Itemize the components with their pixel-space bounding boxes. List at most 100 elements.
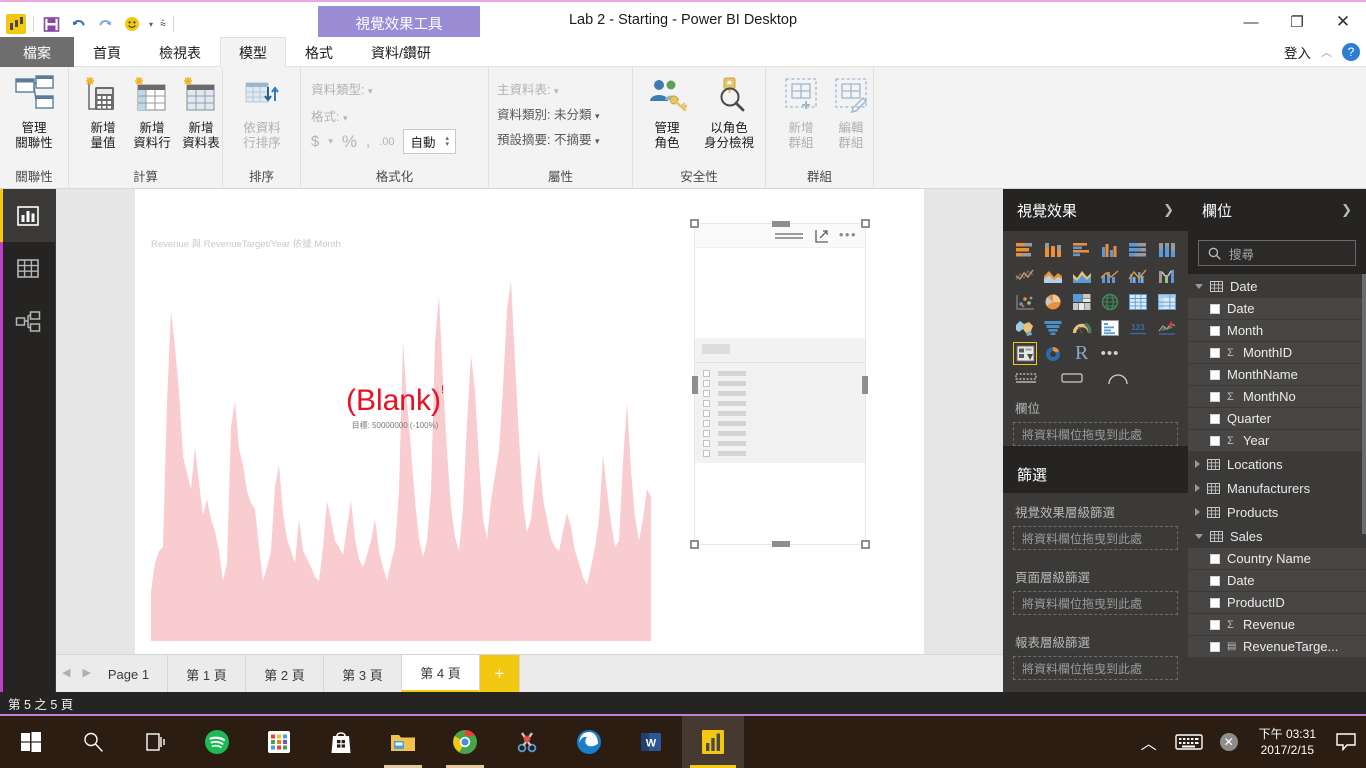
checkbox-icon[interactable]: [1210, 347, 1220, 358]
partial-visual-icon-1[interactable]: [1015, 373, 1037, 387]
percent-format-button[interactable]: %: [342, 132, 357, 152]
sign-in-link[interactable]: 登入: [1284, 42, 1311, 62]
stepper-arrows-icon[interactable]: ▴ ▾: [445, 135, 449, 148]
line-clustered-column-chart-icon[interactable]: [1126, 264, 1150, 287]
more-options-icon[interactable]: •••: [839, 228, 857, 241]
edge-icon[interactable]: [558, 716, 620, 768]
list-item[interactable]: [703, 420, 746, 427]
ribbon-chart-icon[interactable]: [1155, 264, 1179, 287]
smiley-icon[interactable]: [122, 14, 142, 34]
list-item[interactable]: [703, 440, 746, 447]
checkbox-icon[interactable]: [1210, 435, 1220, 446]
field-sales-revenuetarget[interactable]: ▤ RevenueTarge...: [1188, 636, 1366, 658]
sidebar-item-relationships-view[interactable]: [0, 295, 56, 348]
page-tab-2[interactable]: 第 1 頁: [168, 655, 246, 693]
filled-map-icon[interactable]: [1013, 316, 1037, 339]
gauge-icon[interactable]: [1070, 316, 1094, 339]
checkbox-icon[interactable]: [1210, 641, 1220, 652]
more-visuals-icon[interactable]: •••: [1098, 342, 1122, 365]
chevron-down-icon[interactable]: ▾: [554, 86, 559, 96]
tab-home[interactable]: 首頁: [74, 37, 140, 67]
collapse-ribbon-icon[interactable]: ︿: [1321, 44, 1332, 60]
customize-qat-icon[interactable]: ⩯: [160, 19, 166, 30]
checkbox-icon[interactable]: [703, 420, 710, 427]
chevron-right-icon[interactable]: [1195, 484, 1200, 492]
checkbox-icon[interactable]: [1210, 391, 1220, 402]
list-item[interactable]: [703, 390, 746, 397]
sidebar-item-data-view[interactable]: [0, 242, 56, 295]
view-as-roles-button[interactable]: 以角色 身分檢視: [695, 75, 763, 151]
checkbox-icon[interactable]: [1210, 303, 1220, 314]
matrix-icon[interactable]: [1155, 290, 1179, 313]
funnel-icon[interactable]: [1041, 316, 1065, 339]
file-explorer-icon[interactable]: [372, 716, 434, 768]
field-sales-date[interactable]: Date: [1188, 570, 1366, 592]
undo-icon[interactable]: [68, 14, 88, 34]
close-tray-icon[interactable]: ✕: [1209, 716, 1249, 768]
resize-handle-left[interactable]: [692, 376, 698, 394]
prev-page-icon[interactable]: ◀: [62, 666, 70, 679]
field-date-monthno[interactable]: Σ MonthNo: [1188, 386, 1366, 408]
chevron-down-icon[interactable]: ▾: [595, 111, 600, 121]
page-level-filter-dropzone[interactable]: 將資料欄位拖曳到此處: [1013, 591, 1178, 615]
task-view-icon[interactable]: [124, 716, 186, 768]
store-apps-icon[interactable]: [248, 716, 310, 768]
maximize-button[interactable]: ❐: [1274, 2, 1320, 42]
fields-table-locations[interactable]: Locations: [1188, 452, 1366, 476]
chevron-right-icon[interactable]: [1195, 460, 1200, 468]
list-item[interactable]: [703, 430, 746, 437]
card-icon[interactable]: 123: [1126, 316, 1150, 339]
chevron-right-icon[interactable]: [1195, 508, 1200, 516]
checkbox-icon[interactable]: [1210, 553, 1220, 564]
checkbox-icon[interactable]: [703, 370, 710, 377]
slicer-search-placeholder[interactable]: [702, 344, 730, 354]
start-button[interactable]: [0, 716, 62, 768]
close-button[interactable]: ✕: [1320, 2, 1366, 42]
map-icon[interactable]: [1098, 290, 1122, 313]
search-input[interactable]: 搜尋: [1198, 240, 1356, 266]
donut-chart-icon[interactable]: [1041, 342, 1065, 365]
checkbox-icon[interactable]: [703, 380, 710, 387]
chrome-icon[interactable]: [434, 716, 496, 768]
chevron-down-icon[interactable]: ▾: [343, 113, 348, 123]
field-date-monthname[interactable]: MonthName: [1188, 364, 1366, 386]
tab-data-drill[interactable]: 資料/鑽研: [352, 37, 450, 67]
fields-table-date[interactable]: Date: [1188, 274, 1366, 298]
checkbox-icon[interactable]: [703, 410, 710, 417]
list-item[interactable]: [703, 400, 746, 407]
field-sales-country-name[interactable]: Country Name: [1188, 548, 1366, 570]
smiley-dropdown-icon[interactable]: ▾: [149, 20, 153, 29]
stacked-bar-chart-icon[interactable]: [1013, 238, 1037, 261]
checkbox-icon[interactable]: [1210, 575, 1220, 586]
fields-table-products[interactable]: Products: [1188, 500, 1366, 524]
checkbox-icon[interactable]: [703, 400, 710, 407]
help-icon[interactable]: ?: [1342, 43, 1360, 61]
field-date-date[interactable]: Date: [1188, 298, 1366, 320]
page-tab-page-1[interactable]: Page 1: [90, 655, 168, 693]
field-date-quarter[interactable]: Quarter: [1188, 408, 1366, 430]
page-tab-5[interactable]: 第 4 頁: [402, 655, 480, 693]
resize-handle-bottom-left[interactable]: [690, 540, 699, 549]
keyboard-icon[interactable]: [1169, 716, 1209, 768]
edit-group-button[interactable]: 編輯 群組: [820, 75, 882, 151]
checkbox-icon[interactable]: [1210, 369, 1220, 380]
slicer-list-body[interactable]: [695, 338, 865, 463]
fields-table-sales[interactable]: Sales: [1188, 524, 1366, 548]
page-tab-3[interactable]: 第 2 頁: [246, 655, 324, 693]
field-date-year[interactable]: Σ Year: [1188, 430, 1366, 452]
line-stacked-column-chart-icon[interactable]: [1098, 264, 1122, 287]
report-page-canvas[interactable]: Revenue 與 RevenueTarget/Year 依據 Month (B…: [135, 189, 924, 654]
kpi-icon[interactable]: [1155, 316, 1179, 339]
field-date-month[interactable]: Month: [1188, 320, 1366, 342]
list-item[interactable]: [703, 380, 746, 387]
stacked-column-chart-icon[interactable]: [1041, 238, 1065, 261]
slicer-visual[interactable]: •••: [690, 219, 870, 549]
snipping-tool-icon[interactable]: [496, 716, 558, 768]
resize-handle-top[interactable]: [772, 221, 790, 227]
report-canvas-area[interactable]: Revenue 與 RevenueTarget/Year 依據 Month (B…: [56, 189, 1003, 654]
partial-visual-icon-3[interactable]: [1107, 373, 1129, 387]
checkbox-icon[interactable]: [703, 430, 710, 437]
redo-icon[interactable]: [95, 14, 115, 34]
power-bi-icon[interactable]: [682, 716, 744, 768]
multi-row-card-icon[interactable]: [1098, 316, 1122, 339]
